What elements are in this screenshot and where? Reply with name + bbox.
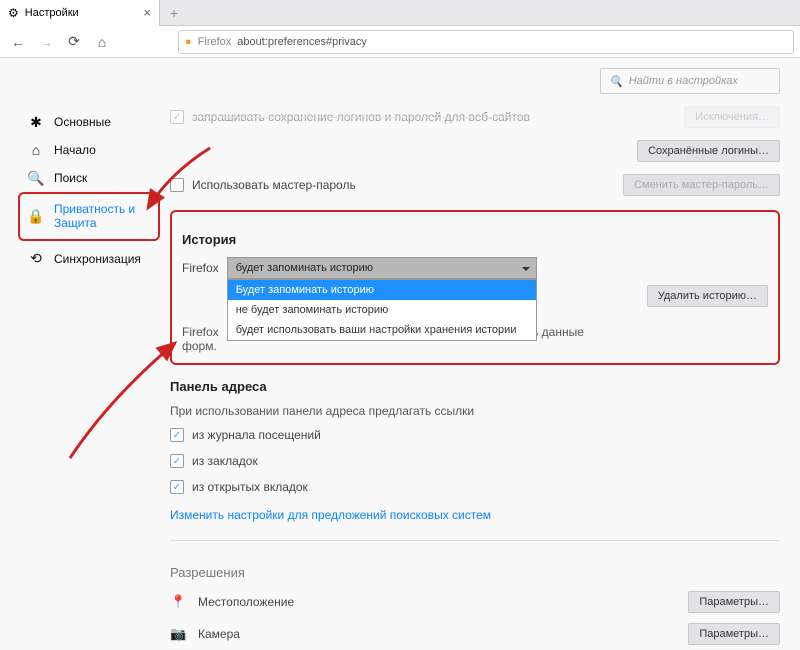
sidebar-item-search[interactable]: 🔍 Поиск xyxy=(24,164,160,192)
saved-logins-button[interactable]: Сохранённые логины… xyxy=(637,140,780,162)
save-logins-label: запрашивать сохранение логинов и паролей… xyxy=(192,110,676,124)
back-button[interactable]: ← xyxy=(6,30,30,54)
search-icon: 🔍 xyxy=(28,170,44,186)
close-icon[interactable]: × xyxy=(143,5,151,20)
change-master-password-button: Сменить мастер-пароль… xyxy=(623,174,780,196)
checkbox-label: из журнала посещений xyxy=(192,428,780,442)
sidebar-item-label: Приватность и Защита xyxy=(54,202,135,231)
sidebar-item-sync[interactable]: ⟲ Синхронизация xyxy=(24,245,160,273)
url-bar[interactable]: ● Firefox about:preferences#privacy xyxy=(178,30,794,54)
home-button[interactable]: ⌂ xyxy=(90,30,114,54)
new-tab-button[interactable]: + xyxy=(160,5,188,21)
forward-button[interactable]: → xyxy=(34,30,58,54)
master-password-label: Использовать мастер-пароль xyxy=(192,178,615,192)
select-current-value[interactable]: будет запоминать историю xyxy=(227,257,537,279)
search-placeholder: Найти в настройках xyxy=(629,75,738,87)
main-content: 🔍 Найти в настройках запрашивать сохране… xyxy=(160,58,800,600)
settings-search-input[interactable]: 🔍 Найти в настройках xyxy=(600,68,780,94)
permission-label: Местоположение xyxy=(198,595,678,609)
reload-button[interactable]: ⟳ xyxy=(62,30,86,54)
addressbar-subtitle: При использовании панели адреса предлага… xyxy=(170,400,780,422)
permissions-section-title: Разрешения xyxy=(170,551,780,586)
home-icon: ⌂ xyxy=(28,142,44,158)
gear-icon: ✱ xyxy=(28,114,44,130)
checkbox-master-password[interactable] xyxy=(170,178,184,192)
checkbox-opentabs[interactable] xyxy=(170,480,184,494)
sidebar-item-label: Поиск xyxy=(54,171,87,185)
tab-bar: ⚙ Настройки × + xyxy=(0,0,800,26)
location-settings-button[interactable]: Параметры… xyxy=(688,591,780,613)
select-dropdown: Будет запоминать историю не будет запоми… xyxy=(227,279,537,341)
sidebar-item-label: Основные xyxy=(54,115,111,129)
permission-label: Камера xyxy=(198,627,678,641)
sidebar-item-label: Начало xyxy=(54,143,96,157)
exceptions-button[interactable]: Исключения… xyxy=(684,106,780,128)
search-icon: 🔍 xyxy=(609,75,623,88)
active-tab[interactable]: ⚙ Настройки × xyxy=(0,0,160,26)
clear-history-button[interactable]: Удалить историю… xyxy=(647,285,768,307)
tab-title: Настройки xyxy=(25,7,79,19)
history-select-label: Firefox xyxy=(182,261,219,275)
annotation-highlight-box: История Firefox будет запоминать историю… xyxy=(170,210,780,365)
history-section-title: История xyxy=(182,218,768,253)
select-option[interactable]: будет использовать ваши настройки хранен… xyxy=(228,320,536,340)
annotation-highlight-box: 🔒 Приватность и Защита xyxy=(18,192,160,241)
addressbar-section-title: Панель адреса xyxy=(170,365,780,400)
divider xyxy=(170,540,780,541)
checkbox-save-logins[interactable] xyxy=(170,110,184,124)
checkbox-label: из открытых вкладок xyxy=(192,480,780,494)
gear-icon: ⚙ xyxy=(8,6,19,20)
firefox-icon: ● xyxy=(185,36,192,48)
camera-settings-button[interactable]: Параметры… xyxy=(688,623,780,645)
select-option[interactable]: Будет запоминать историю xyxy=(228,280,536,300)
search-engine-settings-link[interactable]: Изменить настройки для предложений поиск… xyxy=(170,500,491,530)
checkbox-bookmarks[interactable] xyxy=(170,454,184,468)
nav-bar: ← → ⟳ ⌂ ● Firefox about:preferences#priv… xyxy=(0,26,800,58)
sidebar: ✱ Основные ⌂ Начало 🔍 Поиск 🔒 Приватност… xyxy=(0,58,160,600)
url-brand: Firefox xyxy=(198,36,232,48)
sidebar-item-home[interactable]: ⌂ Начало xyxy=(24,136,160,164)
select-option[interactable]: не будет запоминать историю xyxy=(228,300,536,320)
camera-icon: 📷 xyxy=(170,626,188,642)
sidebar-item-general[interactable]: ✱ Основные xyxy=(24,108,160,136)
sidebar-item-privacy[interactable]: 🔒 Приватность и Защита xyxy=(24,196,154,237)
sidebar-item-label: Синхронизация xyxy=(54,252,141,266)
history-mode-select[interactable]: будет запоминать историю Будет запоминат… xyxy=(227,257,537,279)
lock-icon: 🔒 xyxy=(28,208,44,224)
location-icon: 📍 xyxy=(170,594,188,610)
sync-icon: ⟲ xyxy=(28,251,44,267)
url-text: about:preferences#privacy xyxy=(237,36,367,48)
checkbox-history[interactable] xyxy=(170,428,184,442)
checkbox-label: из закладок xyxy=(192,454,780,468)
